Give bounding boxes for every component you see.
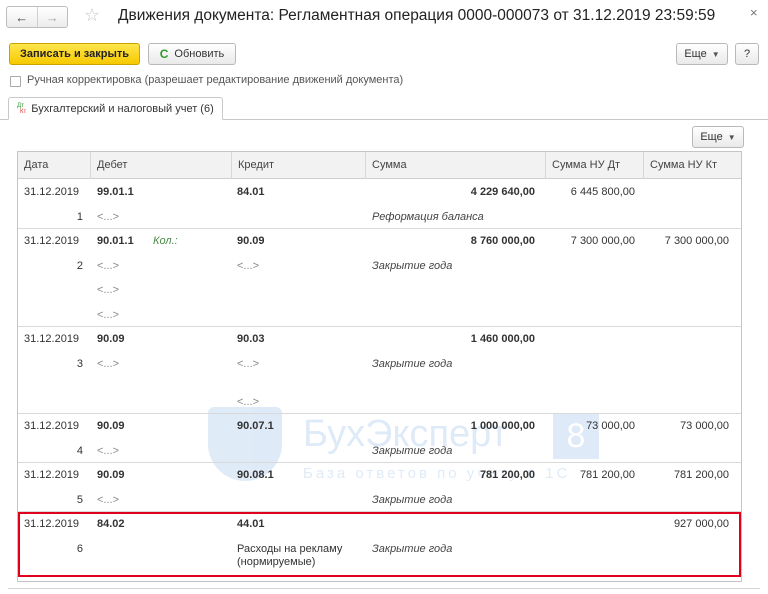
postings-table: Дата Дебет Кредит Сумма Сумма НУ Дт Сумм…: [17, 151, 742, 582]
row-debit: 90.09: [97, 333, 125, 345]
row-debit-subconto: <...>: [97, 309, 120, 321]
column-header-sum-nu-dt[interactable]: Сумма НУ Дт: [545, 152, 643, 179]
table-header: Дата Дебет Кредит Сумма Сумма НУ Дт Сумм…: [18, 152, 741, 179]
column-header-date[interactable]: Дата: [18, 152, 90, 179]
row-credit: 84.01: [237, 186, 265, 198]
row-debit: 90.09: [97, 469, 125, 481]
window-title: Движения документа: Регламентная операци…: [118, 7, 716, 24]
forward-button[interactable]: →: [36, 7, 68, 27]
row-debit: 90.09: [97, 420, 125, 432]
row-number: 2: [76, 260, 83, 272]
column-header-credit[interactable]: Кредит: [231, 152, 365, 179]
row-number: 5: [76, 494, 83, 506]
arrow-right-icon: →: [45, 9, 59, 25]
manual-edit-label: Ручная корректировка (разрешает редактир…: [27, 74, 404, 86]
column-header-sum[interactable]: Сумма: [365, 152, 545, 179]
chevron-down-icon: ▼: [727, 132, 736, 142]
row-sum-nu-kt: 7 300 000,00: [664, 235, 729, 247]
more-button[interactable]: Еще ▼: [676, 43, 728, 65]
row-sum-nu-kt: 73 000,00: [680, 420, 729, 432]
row-content: Закрытие года: [372, 260, 453, 272]
row-debit-subconto: <...>: [97, 358, 120, 370]
row-sum: 1 460 000,00: [470, 333, 535, 345]
row-debit: 99.01.1: [97, 186, 134, 198]
row-content: Закрытие года: [372, 494, 453, 506]
column-header-sum-nu-kt[interactable]: Сумма НУ Кт: [643, 152, 741, 179]
row-debit-subconto: <...>: [97, 260, 120, 272]
row-sum-nu-dt: 7 300 000,00: [570, 235, 635, 247]
row-credit: 90.09: [237, 235, 265, 247]
row-content: Реформация баланса: [372, 211, 484, 223]
row-sum: 781 200,00: [479, 469, 535, 481]
row-sum-nu-dt: 73 000,00: [586, 420, 635, 432]
grid-more-button[interactable]: Еще ▼: [692, 126, 744, 148]
title-bar: ← → ☆ Движения документа: Регламентная о…: [0, 0, 768, 34]
refresh-label: Обновить: [174, 48, 225, 60]
row-sum-nu-dt: 781 200,00: [579, 469, 635, 481]
row-debit-subconto: <...>: [97, 494, 120, 506]
row-debit: 90.01.1: [97, 235, 134, 247]
row-date: 31.12.2019: [24, 235, 80, 247]
tab-accounting[interactable]: Дт Кт Бухгалтерский и налоговый учет (6): [8, 97, 223, 120]
row-debit-subconto: <...>: [97, 211, 120, 223]
help-button[interactable]: ?: [735, 43, 759, 65]
back-button[interactable]: ←: [7, 7, 37, 27]
row-number: 4: [76, 445, 83, 457]
row-number: 3: [76, 358, 83, 370]
row-credit-subconto: <...>: [237, 260, 260, 272]
nav-buttons: ← →: [6, 6, 68, 28]
row-credit: 90.08.1: [237, 469, 274, 481]
favorite-star-icon[interactable]: ☆: [84, 5, 100, 26]
row-date: 31.12.2019: [24, 420, 80, 432]
row-debit-subconto: <...>: [97, 445, 120, 457]
row-number: 1: [76, 211, 83, 223]
row-sum-nu-kt: 781 200,00: [673, 469, 729, 481]
refresh-icon: C: [159, 47, 169, 61]
row-sum-nu-dt: 6 445 800,00: [570, 186, 635, 198]
row-date: 31.12.2019: [24, 333, 80, 345]
save-and-close-button[interactable]: Записать и закрыть: [9, 43, 140, 65]
arrow-left-icon: ←: [15, 9, 29, 25]
row-credit-subconto: <...>: [237, 396, 260, 408]
row-credit: 90.07.1: [237, 420, 274, 432]
row-content: Закрытие года: [372, 445, 453, 457]
row-debit-subconto: <...>: [97, 284, 120, 296]
row-credit-subconto: <...>: [237, 358, 260, 370]
row-date: 31.12.2019: [24, 469, 80, 481]
more-label: Еще: [684, 48, 707, 60]
tab-accounting-label: Бухгалтерский и налоговый учет (6): [31, 102, 214, 115]
row-sum: 1 000 000,00: [470, 420, 535, 432]
row-date: 31.12.2019: [24, 186, 80, 198]
manual-edit-checkbox[interactable]: [10, 76, 21, 87]
highlight-frame: [18, 512, 741, 577]
bottom-divider: [8, 588, 760, 589]
row-sum: 8 760 000,00: [470, 235, 535, 247]
row-content: Закрытие года: [372, 358, 453, 370]
row-credit: 90.03: [237, 333, 265, 345]
chevron-down-icon: ▼: [711, 49, 720, 59]
row-debit-qty-label: Кол.:: [153, 235, 178, 247]
column-header-debit[interactable]: Дебет: [90, 152, 231, 179]
row-sum: 4 229 640,00: [470, 186, 535, 198]
refresh-button[interactable]: C Обновить: [148, 43, 236, 65]
close-icon[interactable]: ×: [750, 5, 758, 20]
grid-more-label: Еще: [700, 131, 723, 143]
dt-kt-icon: Дт Кт: [17, 102, 27, 115]
